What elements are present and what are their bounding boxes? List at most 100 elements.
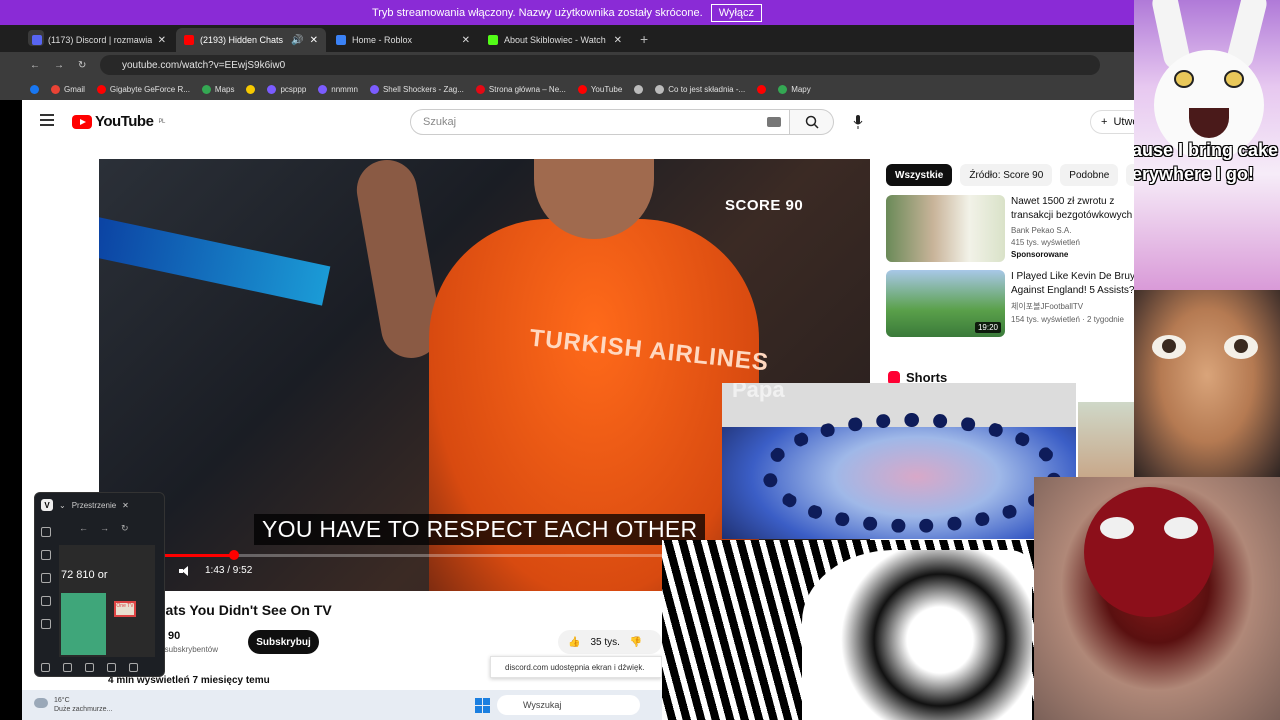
weather-text: Duże zachmurze... [54, 706, 113, 713]
windows-start-icon[interactable] [475, 698, 490, 713]
bookmark-item[interactable]: nnmmn [318, 84, 358, 94]
discord-icon [32, 35, 42, 45]
recommendation-thumbnail[interactable]: 19:20 [886, 270, 1005, 337]
bookmark-icon [267, 84, 277, 94]
back-icon[interactable]: ← [79, 523, 88, 534]
vivaldi-icon[interactable]: V [41, 499, 53, 511]
bookmark-item[interactable]: Gmail [51, 84, 85, 94]
facebook-icon [30, 84, 39, 94]
youtube-icon [96, 84, 106, 94]
create-button[interactable]: + Utwó [1090, 110, 1134, 134]
close-icon[interactable]: ✕ [462, 35, 470, 46]
recommendation-info: Nawet 1500 zł zwrotu z transakcji bezgot… [1011, 195, 1134, 259]
volume-icon[interactable] [179, 565, 191, 576]
taskbar-search[interactable]: Wyszukaj [497, 695, 640, 715]
subscribe-button[interactable]: Subskrybuj [248, 630, 319, 654]
like-count: 35 tys. [590, 636, 620, 648]
recommendation-item[interactable]: Nawet 1500 zł zwrotu z transakcji bezgot… [886, 195, 1134, 263]
maps-icon [778, 84, 788, 94]
pause-icon[interactable] [63, 662, 72, 672]
thumbs-down-icon[interactable]: 👎 [630, 637, 642, 648]
bookmark-item[interactable] [246, 84, 256, 94]
recommendation-title: I Played Like Kevin De Bruyne [1011, 271, 1134, 282]
bookmark-item[interactable] [757, 84, 767, 94]
cloud-icon[interactable] [85, 662, 94, 672]
sidebar-panel-header: V ⌄ Przestrzenie ✕ [35, 493, 164, 517]
settings-icon[interactable] [41, 662, 50, 672]
bookmark-item[interactable]: pcsppp [267, 84, 307, 94]
url-field[interactable]: youtube.com/watch?v=EEwjS9k6iw0 [100, 55, 1100, 75]
bookmark-item[interactable]: Maps [201, 84, 234, 94]
capture-icon[interactable] [107, 662, 116, 672]
bookmark-item[interactable]: Shell Shockers - Zag... [369, 84, 464, 94]
like-button[interactable]: 👍 35 tys. 👎 [558, 630, 662, 654]
recommendation-info: I Played Like Kevin De Bruyne Against En… [1011, 270, 1134, 324]
recommendation-thumbnail[interactable] [886, 195, 1005, 262]
recommendation-channel: 체이포볼JFootballTV [1011, 302, 1084, 311]
microphone-icon [853, 115, 863, 129]
time-display: 1:43 / 9:52 [205, 565, 253, 576]
bookmark-label: Gmail [64, 84, 85, 94]
bookmark-label: Strona główna – Ne... [488, 84, 566, 94]
channel-name[interactable]: 90 [168, 630, 180, 642]
reload-icon[interactable]: ↻ [121, 523, 129, 534]
weather-widget[interactable]: 16°C Duże zachmurze... [34, 696, 112, 714]
bookmark-item[interactable]: Strona główna – Ne... [475, 84, 566, 94]
video-title: hats You Didn't See On TV [157, 602, 332, 618]
close-icon[interactable]: ✕ [614, 35, 622, 46]
voice-search-button[interactable] [848, 112, 868, 132]
forward-icon[interactable]: → [54, 60, 64, 71]
back-icon[interactable]: ← [30, 60, 40, 71]
windows-taskbar: 16°C Duże zachmurze... Wyszukaj [22, 690, 662, 720]
download-icon[interactable] [41, 573, 51, 583]
new-tab-button[interactable]: + [632, 31, 656, 47]
logo-text: YouTube [95, 113, 154, 130]
bookmark-item[interactable]: Co to jest składnia -... [655, 84, 745, 94]
manga-face [802, 550, 1032, 720]
chip-similar[interactable]: Podobne [1060, 164, 1119, 186]
progress-knob[interactable] [228, 550, 239, 560]
speaker-icon[interactable]: 🔊 [291, 35, 303, 46]
bookmark-item[interactable] [634, 84, 644, 94]
bookmark-item[interactable] [30, 84, 39, 94]
reload-icon[interactable]: ↻ [78, 60, 86, 71]
search-input[interactable]: Szukaj [410, 109, 790, 135]
tab-discord[interactable]: (1173) Discord | rozmawiani ✕ [24, 28, 174, 52]
forward-icon[interactable]: → [100, 523, 109, 534]
chip-more[interactable]: Dl [1126, 164, 1134, 186]
panel-icon[interactable] [41, 527, 51, 537]
bookmark-item[interactable]: YouTube [577, 84, 623, 94]
tv-icon[interactable]: One TV [114, 601, 136, 617]
panel-thumbnail[interactable] [61, 593, 106, 655]
chevron-down-icon[interactable]: ⌄ [59, 501, 66, 510]
bookmark-label: YouTube [590, 84, 623, 94]
bookmark-icon[interactable] [41, 550, 51, 560]
face-meme-overlay [1134, 290, 1280, 480]
tab-roblox[interactable]: Home - Roblox ✕ [328, 28, 478, 52]
tab-kick[interactable]: About Skiblowiec - Watch Live ✕ [480, 28, 630, 52]
recommendation-views: 415 tys. wyświetleń [1011, 238, 1080, 247]
bookmark-item[interactable]: Mapy [778, 84, 811, 94]
recommendation-item[interactable]: 19:20 I Played Like Kevin De Bruyne Agai… [886, 270, 1134, 338]
shorts-thumbnail[interactable] [1078, 402, 1134, 477]
chip-all[interactable]: Wszystkie [886, 164, 953, 186]
sidebar-panel-nav: ← → ↻ [79, 523, 129, 534]
tab-youtube[interactable]: (2193) Hidden Chats You D 🔊 ✕ [176, 28, 326, 52]
menu-icon[interactable] [40, 114, 54, 126]
history-icon[interactable] [41, 596, 51, 606]
close-icon[interactable]: ✕ [122, 501, 129, 510]
youtube-icon [184, 35, 194, 45]
window-icon[interactable] [129, 662, 138, 672]
youtube-icon [757, 84, 767, 94]
close-icon[interactable]: ✕ [310, 35, 318, 46]
disable-streaming-button[interactable]: Wyłącz [710, 3, 763, 22]
notes-icon[interactable] [41, 619, 51, 629]
search-button[interactable] [790, 109, 834, 135]
bookmark-label: pcsppp [280, 84, 307, 94]
youtube-logo[interactable]: YouTube PL [72, 113, 165, 130]
chip-source[interactable]: Źródło: Score 90 [960, 164, 1053, 186]
close-icon[interactable]: ✕ [158, 35, 166, 46]
bookmark-item[interactable]: Gigabyte GeForce R... [96, 84, 190, 94]
workspaces-label[interactable]: Przestrzenie [72, 501, 116, 510]
keyboard-icon[interactable] [767, 117, 781, 127]
